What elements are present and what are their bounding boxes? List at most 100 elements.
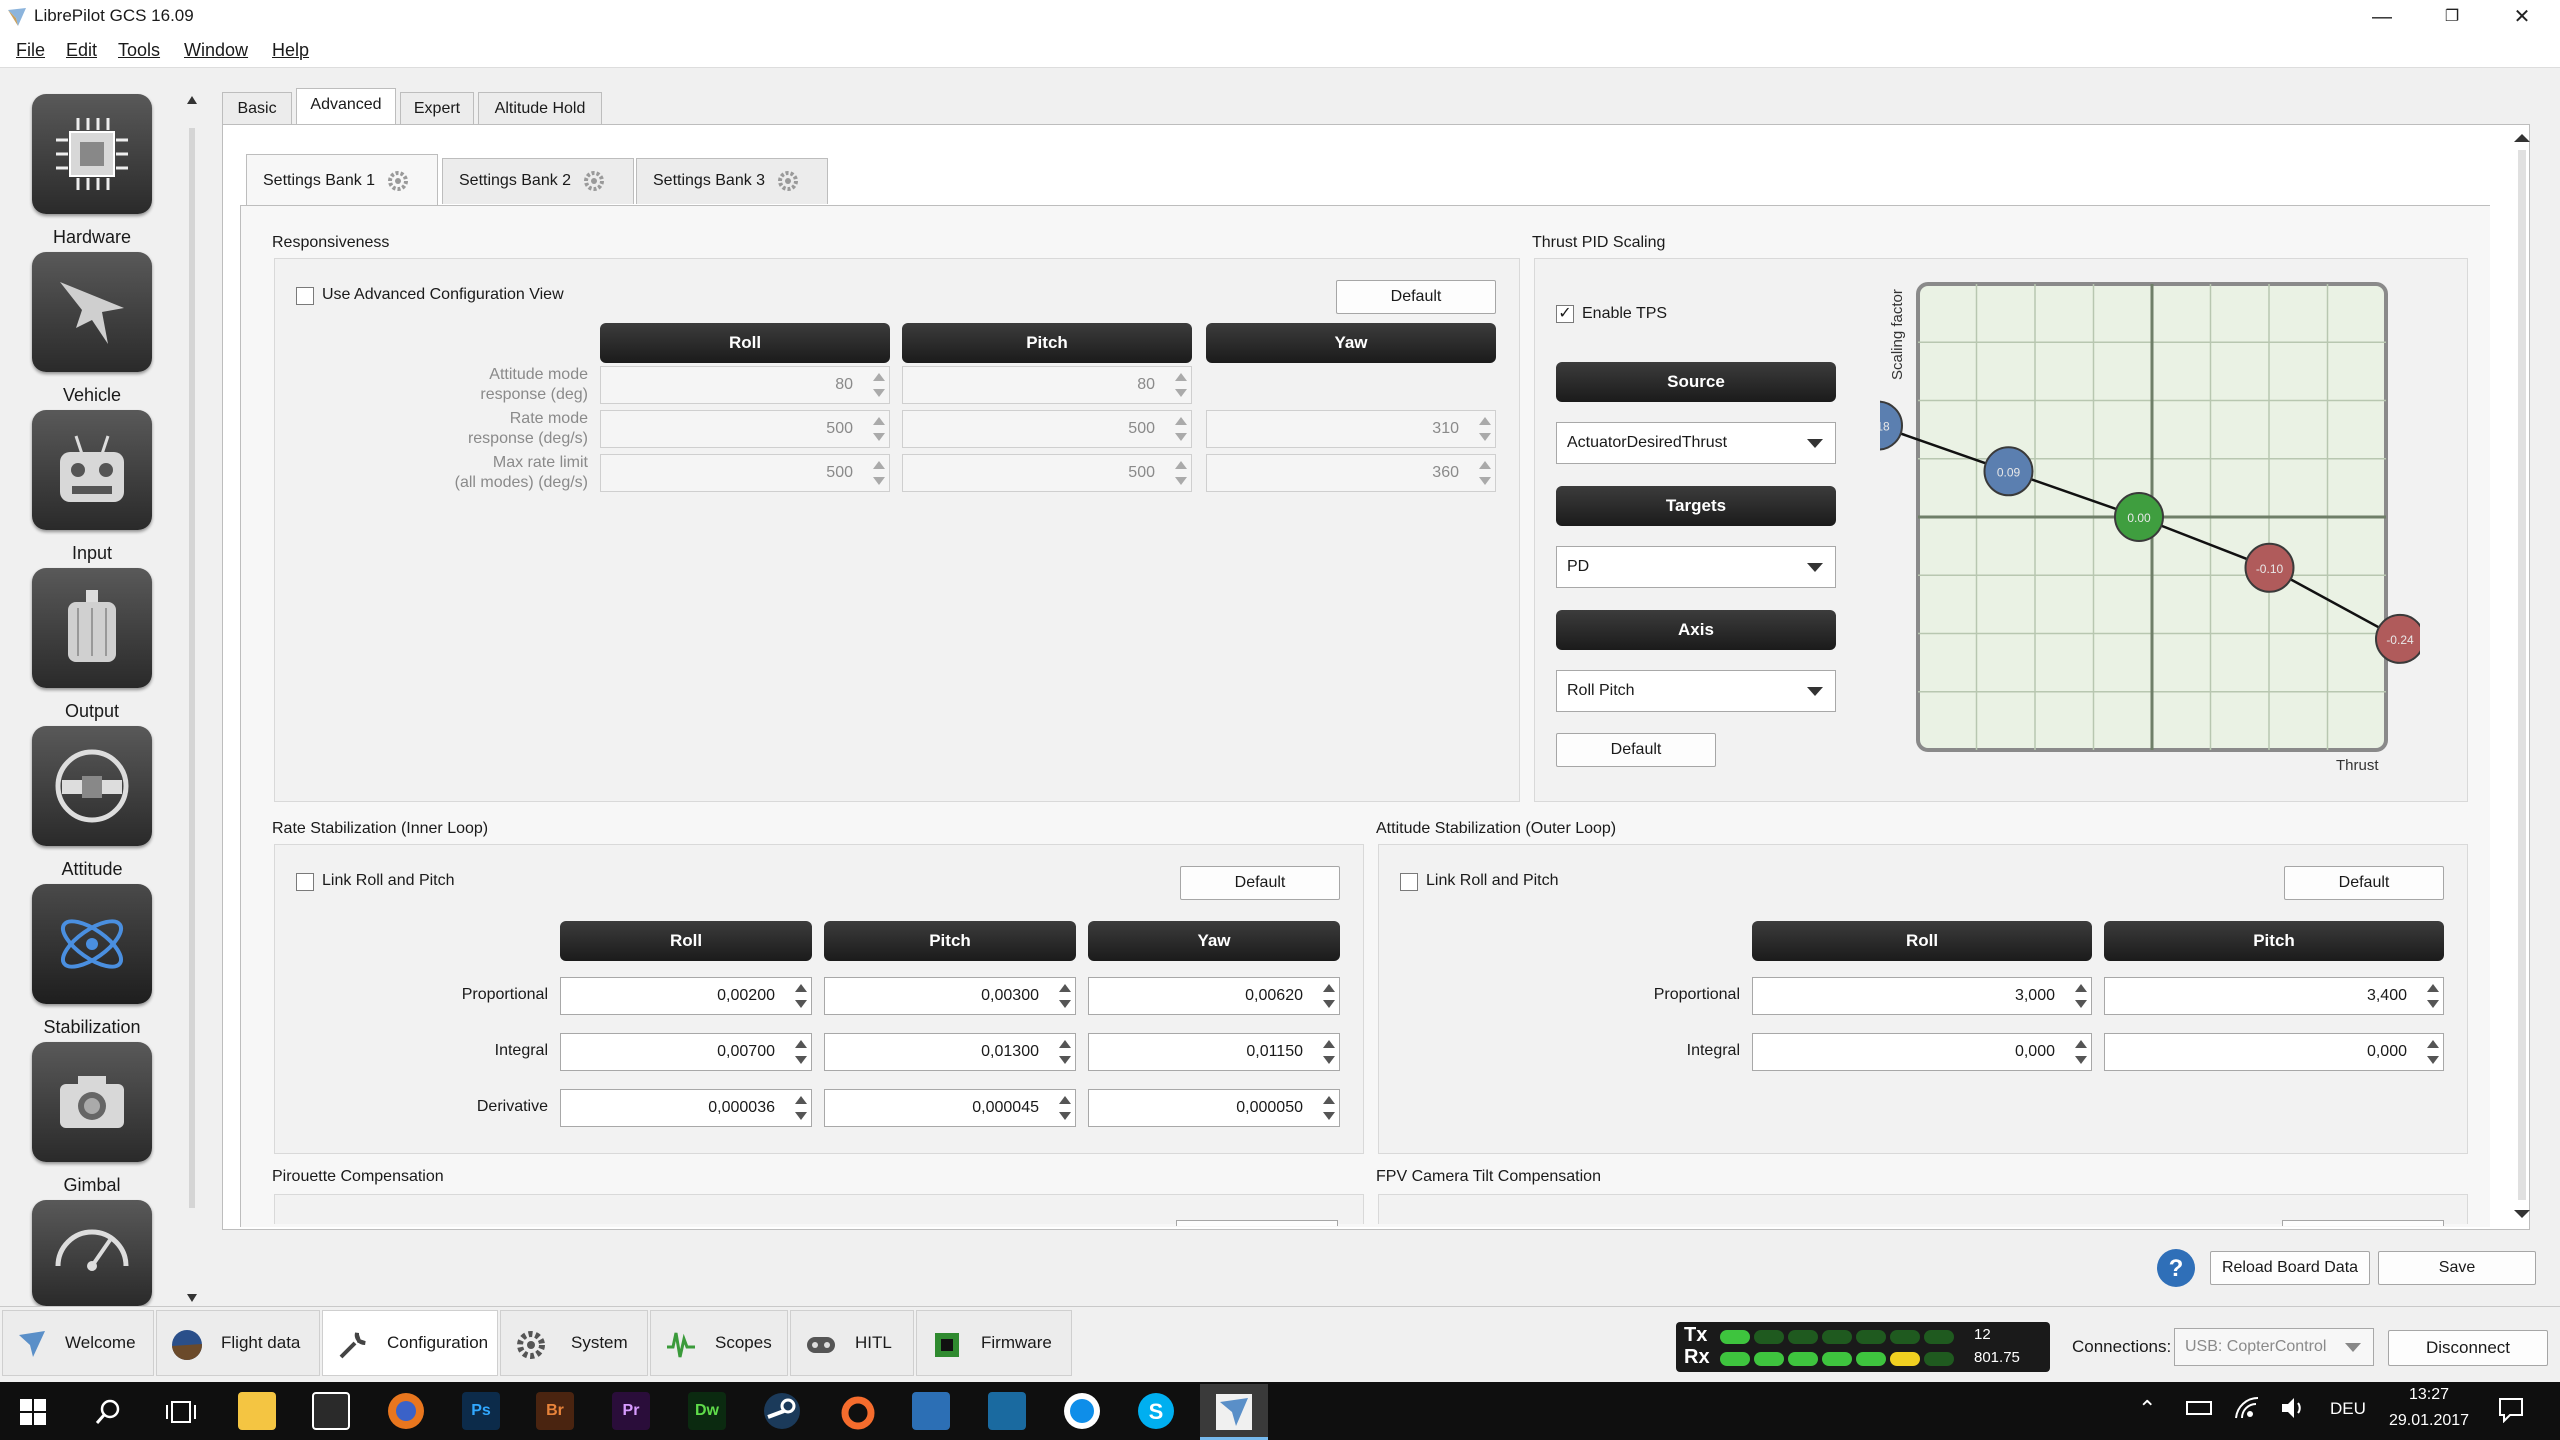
sidebar-item-attitude[interactable]: [32, 726, 152, 846]
attitude-proportional-label: Proportional: [1653, 986, 1740, 1003]
rate-derivative-pitch-field[interactable]: 0,000045: [824, 1089, 1076, 1127]
tps-default-button[interactable]: Default: [1556, 733, 1716, 767]
menu-edit[interactable]: Edit: [66, 40, 97, 61]
music-app-icon[interactable]: [988, 1392, 1026, 1430]
reload-board-button[interactable]: Reload Board Data: [2210, 1251, 2370, 1285]
clock-time[interactable]: 13:27: [2374, 1386, 2484, 1404]
disconnect-button[interactable]: Disconnect: [2388, 1330, 2548, 1366]
close-button[interactable]: ✕: [2488, 0, 2556, 34]
task-view-icon[interactable]: [166, 1399, 196, 1425]
max-rate-pitch-field[interactable]: 500: [902, 454, 1192, 492]
sidebar-item-output[interactable]: [32, 568, 152, 688]
mode-flight-data[interactable]: Flight data: [156, 1310, 320, 1376]
rate-proportional-roll-field[interactable]: 0,00200: [560, 977, 812, 1015]
sidebar-item-gauge[interactable]: [32, 1200, 152, 1306]
tab-settings-bank-1[interactable]: Settings Bank 1: [246, 154, 438, 206]
attitude-integral-roll-field[interactable]: 0,000: [1752, 1033, 2092, 1071]
outlook-icon[interactable]: [912, 1392, 950, 1430]
rate-integral-yaw-field[interactable]: 0,01150: [1088, 1033, 1340, 1071]
dreamweaver-icon[interactable]: Dw: [688, 1392, 726, 1430]
rate-proportional-pitch-field[interactable]: 0,00300: [824, 977, 1076, 1015]
rate-response-yaw-field[interactable]: 310: [1206, 410, 1496, 448]
tps-axis-select[interactable]: Roll Pitch: [1556, 670, 1836, 712]
minimize-button[interactable]: —: [2348, 0, 2416, 34]
mode-configuration[interactable]: Configuration: [322, 1310, 498, 1376]
svg-text:S: S: [1149, 1399, 1164, 1424]
bridge-icon[interactable]: Br: [536, 1392, 574, 1430]
attitude-response-pitch-field[interactable]: 80: [902, 366, 1192, 404]
mode-scopes[interactable]: Scopes: [650, 1310, 788, 1376]
fpv-default-button[interactable]: [2282, 1220, 2444, 1226]
attitude-link-checkbox[interactable]: [1400, 873, 1418, 891]
tab-settings-bank-2[interactable]: Settings Bank 2: [442, 158, 634, 204]
attitude-default-button[interactable]: Default: [2284, 866, 2444, 900]
help-icon[interactable]: ?: [2156, 1248, 2196, 1288]
rate-link-checkbox[interactable]: [296, 873, 314, 891]
mode-hitl[interactable]: HITL: [790, 1310, 914, 1376]
tab-basic[interactable]: Basic: [222, 92, 292, 124]
rate-response-pitch-field[interactable]: 500: [902, 410, 1192, 448]
tps-curve-chart[interactable]: Scaling factor Thrust 0.18 0.09 0.00 -0.10 -…: [1880, 278, 2420, 778]
menu-help[interactable]: Help: [272, 40, 309, 61]
file-explorer-icon[interactable]: [238, 1392, 276, 1430]
menu-file[interactable]: File: [16, 40, 45, 61]
premiere-icon[interactable]: Pr: [612, 1392, 650, 1430]
sidebar-item-vehicle[interactable]: [32, 252, 152, 372]
rate-derivative-yaw-field[interactable]: 0,000050: [1088, 1089, 1340, 1127]
menu-tools[interactable]: Tools: [118, 40, 160, 61]
rate-integral-pitch-field[interactable]: 0,01300: [824, 1033, 1076, 1071]
attitude-proportional-roll-field[interactable]: 3,000: [1752, 977, 2092, 1015]
sidebar-label-hardware: Hardware: [52, 227, 132, 247]
volume-icon[interactable]: [2280, 1396, 2306, 1420]
connection-device-select[interactable]: USB: CopterControl: [2174, 1328, 2374, 1366]
photoshop-icon[interactable]: Ps: [462, 1392, 500, 1430]
tab-settings-bank-3[interactable]: Settings Bank 3: [636, 158, 828, 204]
attitude-integral-pitch-field[interactable]: 0,000: [2104, 1033, 2444, 1071]
sidebar-item-stabilization[interactable]: [32, 884, 152, 1004]
tps-targets-select[interactable]: PD: [1556, 546, 1836, 588]
pirouette-default-button[interactable]: [1176, 1220, 1338, 1226]
save-button[interactable]: Save: [2378, 1251, 2536, 1285]
rate-integral-roll-field[interactable]: 0,00700: [560, 1033, 812, 1071]
clock-date[interactable]: 29.01.2017: [2374, 1412, 2484, 1430]
steam-icon[interactable]: [762, 1391, 802, 1431]
tab-altitude-hold[interactable]: Altitude Hold: [478, 92, 602, 124]
attitude-response-roll-field[interactable]: 80: [600, 366, 890, 404]
store-icon[interactable]: [312, 1392, 350, 1430]
skype-icon[interactable]: S: [1136, 1391, 1176, 1431]
tray-expand-icon[interactable]: ⌃: [2138, 1396, 2156, 1422]
origin-icon[interactable]: [838, 1391, 878, 1431]
mode-firmware[interactable]: Firmware: [916, 1310, 1072, 1376]
tps-source-select[interactable]: ActuatorDesiredThrust: [1556, 422, 1836, 464]
sidebar-item-gimbal[interactable]: [32, 1042, 152, 1162]
firefox-icon[interactable]: [386, 1391, 426, 1431]
restore-button[interactable]: ❐: [2418, 0, 2486, 34]
sidebar-item-input[interactable]: [32, 410, 152, 530]
attitude-proportional-pitch-field[interactable]: 3,400: [2104, 977, 2444, 1015]
rate-default-button[interactable]: Default: [1180, 866, 1340, 900]
enable-tps-checkbox[interactable]: ✓: [1556, 305, 1574, 323]
advanced-view-checkbox[interactable]: [296, 287, 314, 305]
battery-icon[interactable]: [2186, 1401, 2212, 1415]
content-scrollbar[interactable]: [2510, 126, 2534, 1226]
windows-start-icon[interactable]: [20, 1399, 46, 1425]
search-icon[interactable]: [94, 1398, 122, 1426]
sidebar-scrollbar[interactable]: [186, 88, 198, 1310]
menu-window[interactable]: Window: [184, 40, 248, 61]
tab-advanced[interactable]: Advanced: [296, 88, 396, 125]
librepilot-taskbar-button[interactable]: [1200, 1384, 1268, 1440]
mode-welcome[interactable]: Welcome: [2, 1310, 154, 1376]
teamviewer-icon[interactable]: [1062, 1391, 1102, 1431]
rate-response-roll-field[interactable]: 500: [600, 410, 890, 448]
max-rate-roll-field[interactable]: 500: [600, 454, 890, 492]
tab-expert[interactable]: Expert: [400, 92, 474, 124]
keyboard-language[interactable]: DEU: [2330, 1399, 2366, 1419]
sidebar-item-hardware[interactable]: [32, 94, 152, 214]
max-rate-yaw-field[interactable]: 360: [1206, 454, 1496, 492]
mode-system[interactable]: System: [500, 1310, 648, 1376]
responsiveness-default-button[interactable]: Default: [1336, 280, 1496, 314]
wifi-icon[interactable]: [2234, 1396, 2260, 1420]
rate-derivative-roll-field[interactable]: 0,000036: [560, 1089, 812, 1127]
rate-proportional-yaw-field[interactable]: 0,00620: [1088, 977, 1340, 1015]
notifications-icon[interactable]: [2498, 1397, 2524, 1423]
